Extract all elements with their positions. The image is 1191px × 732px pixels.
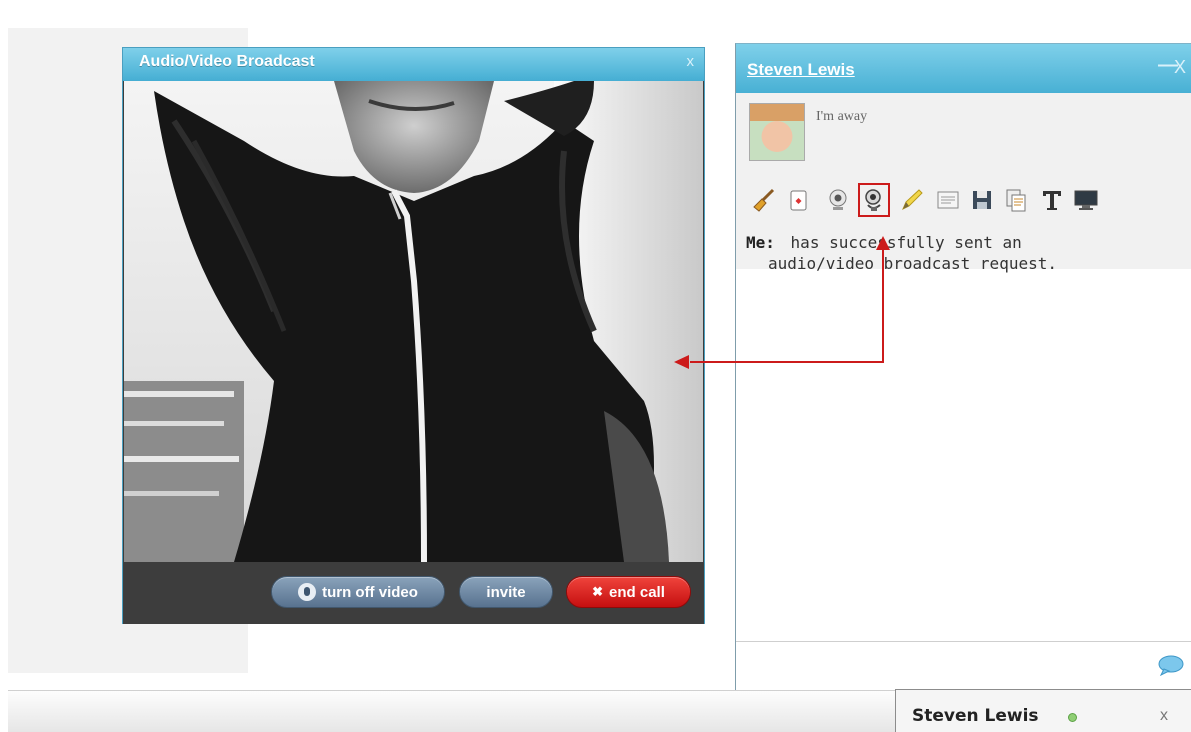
bottom-tab-close-icon[interactable]: x xyxy=(1160,707,1168,725)
video-window-titlebar[interactable]: Audio/Video Broadcast x xyxy=(123,48,704,81)
bottom-tab-contact-name[interactable]: Steven Lewis xyxy=(912,706,1039,726)
webcam-icon[interactable] xyxy=(822,183,854,217)
chat-bubble-icon[interactable] xyxy=(1156,654,1184,676)
broom-icon[interactable] xyxy=(748,183,780,217)
webcam-icon xyxy=(298,583,317,601)
chat-window: Steven Lewis — X I'm away Me: has succes… xyxy=(735,43,1191,691)
bottom-chat-tab[interactable]: Steven Lewis x xyxy=(895,689,1191,732)
video-broadcast-window: Audio/Video Broadcast x turn off video i… xyxy=(122,47,705,624)
chat-contact-name[interactable]: Steven Lewis xyxy=(747,60,855,80)
audio-video-broadcast-icon[interactable] xyxy=(858,183,890,217)
video-window-close-icon[interactable]: x xyxy=(687,53,695,70)
end-call-x-icon: ✖ xyxy=(592,584,604,599)
video-feed-image xyxy=(124,81,703,562)
font-icon[interactable] xyxy=(1036,183,1068,217)
message-text-line1: has successfully sent an xyxy=(790,233,1022,252)
screen: Audio/Video Broadcast x turn off video i… xyxy=(0,0,1191,732)
chat-toolbar xyxy=(748,183,1168,217)
text-window-icon[interactable] xyxy=(932,183,964,217)
message-text-line2: audio/video broadcast request. xyxy=(768,254,1057,273)
turn-off-video-button[interactable]: turn off video xyxy=(271,576,445,608)
chat-input-field[interactable] xyxy=(736,642,1191,691)
turn-off-video-label: turn off video xyxy=(322,583,418,601)
video-window-title: Audio/Video Broadcast xyxy=(139,53,315,70)
message-sender: Me: xyxy=(746,233,775,252)
chat-titlebar[interactable]: Steven Lewis — X xyxy=(736,44,1191,93)
invite-label: invite xyxy=(486,583,526,601)
video-controls-bar: turn off video invite ✖ end call xyxy=(123,562,704,624)
video-feed xyxy=(124,81,703,562)
monitor-icon[interactable] xyxy=(1070,183,1102,217)
contact-avatar[interactable] xyxy=(749,103,805,161)
pencil-icon[interactable] xyxy=(896,183,928,217)
chat-message: Me: has successfully sent an audio/video… xyxy=(746,232,1186,274)
online-status-icon xyxy=(1068,713,1077,722)
chat-close-icon[interactable]: X xyxy=(1174,57,1186,78)
end-call-label: end call xyxy=(609,583,665,601)
copy-icon[interactable] xyxy=(1000,183,1032,217)
contact-status-text: I'm away xyxy=(816,109,868,124)
card-icon[interactable] xyxy=(782,183,814,217)
end-call-button[interactable]: ✖ end call xyxy=(566,576,691,608)
save-icon[interactable] xyxy=(966,183,998,217)
invite-button[interactable]: invite xyxy=(459,576,553,608)
